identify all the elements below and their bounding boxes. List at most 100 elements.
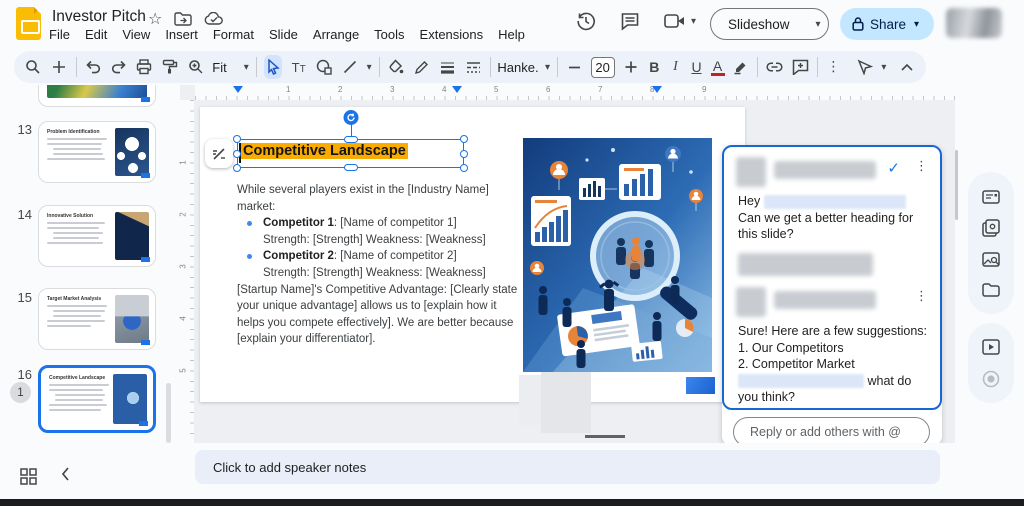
open-comments-icon[interactable] (620, 11, 640, 31)
canvas-scrollbar[interactable] (955, 150, 958, 220)
grid-view-icon[interactable] (20, 468, 37, 485)
text-color-button[interactable]: A (711, 59, 725, 76)
add-comment-icon[interactable] (791, 55, 810, 79)
slideshow-caret-icon[interactable]: ▾ (804, 19, 833, 30)
undo-button[interactable] (83, 55, 102, 79)
ruler-indent-marker[interactable] (652, 86, 662, 93)
menu-edit[interactable]: Edit (85, 27, 107, 42)
comment2-mention-chip (738, 374, 864, 388)
keep-notes-panel-icon[interactable] (982, 219, 1000, 237)
paint-format-icon[interactable] (161, 55, 180, 79)
menu-tools[interactable]: Tools (374, 27, 404, 42)
title-text-box[interactable]: Competitive Landscape (237, 139, 464, 168)
comment1-more-icon[interactable]: ⋮ (915, 159, 928, 174)
select-tool-button[interactable] (264, 55, 283, 79)
drive-folder-panel-icon[interactable] (982, 283, 1000, 297)
image-search-panel-icon[interactable] (982, 252, 1000, 268)
highlight-color-icon[interactable] (732, 55, 751, 79)
slide-thumbnail-15[interactable]: Target Market Analysis (38, 288, 156, 350)
resize-handle-n[interactable] (344, 136, 358, 143)
slideshow-button[interactable]: Slideshow ▾ (710, 8, 829, 40)
slide-comment-badge[interactable]: 1 (10, 382, 31, 403)
redo-button[interactable] (109, 55, 128, 79)
menu-slide[interactable]: Slide (269, 27, 298, 42)
menu-format[interactable]: Format (213, 27, 254, 42)
fill-color-icon[interactable] (386, 55, 405, 79)
slide-thumbnail-14[interactable]: Innovative Solution (38, 205, 156, 267)
insert-link-icon[interactable] (765, 55, 784, 79)
record-panel-icon[interactable] (982, 370, 1000, 388)
resize-handle-se[interactable] (460, 164, 468, 172)
slide-thumbnail-16-selected[interactable]: Competitive Landscape (38, 365, 156, 433)
resolve-comment-icon[interactable]: ✓ (887, 159, 900, 177)
comment2-line3: 2. Competitor Market (738, 356, 934, 373)
menu-view[interactable]: View (122, 27, 150, 42)
version-history-icon[interactable] (576, 11, 596, 31)
ruler-indent-marker[interactable] (452, 86, 462, 93)
zoom-icon[interactable] (186, 55, 205, 79)
move-folder-icon[interactable] (174, 12, 192, 26)
star-icon[interactable]: ☆ (148, 9, 162, 28)
new-slide-button[interactable] (50, 55, 69, 79)
resize-handle-ne[interactable] (460, 135, 468, 143)
document-title[interactable]: Investor Pitch (52, 8, 146, 26)
shape-tool-button[interactable] (315, 55, 334, 79)
resize-handle-s[interactable] (344, 164, 358, 171)
menu-insert[interactable]: Insert (165, 27, 198, 42)
ruler-number: 5 (179, 368, 188, 372)
slide-title-text[interactable]: Competitive Landscape (241, 143, 408, 159)
slide-illustration[interactable] (523, 138, 712, 372)
cloud-saved-icon[interactable] (204, 12, 224, 26)
ruler-indent-marker[interactable] (233, 86, 243, 93)
resize-handle-e[interactable] (460, 150, 468, 158)
menu-extensions[interactable]: Extensions (420, 27, 484, 42)
increase-font-size-button[interactable] (622, 55, 641, 79)
slide-thumbnail-13[interactable]: Problem Identification (38, 121, 156, 183)
rotate-handle[interactable] (343, 110, 358, 125)
comment-thread-box[interactable]: ✓ ⋮ Hey Can we get a better heading for … (722, 145, 942, 410)
font-size-input[interactable]: 20 (591, 57, 615, 78)
video-panel-icon[interactable] (982, 339, 1000, 355)
bold-button[interactable]: B (647, 59, 661, 75)
slide-thumbnail-12[interactable] (38, 85, 156, 107)
meet-camera-icon[interactable]: ▾ (664, 13, 696, 29)
resize-handle-nw[interactable] (233, 135, 241, 143)
pen-pointer-icon[interactable] (856, 55, 875, 79)
resize-handle-w[interactable] (233, 150, 241, 158)
share-caret-icon[interactable]: ▾ (914, 19, 919, 30)
line-tool-button[interactable] (341, 55, 360, 79)
pen-pointer-caret-icon[interactable]: ▾ (881, 62, 886, 73)
line-tool-caret-icon[interactable]: ▾ (367, 62, 372, 73)
border-dash-icon[interactable] (464, 55, 483, 79)
font-family-select[interactable]: Hanke... (497, 60, 538, 75)
account-avatar[interactable] (946, 8, 1002, 38)
menu-help[interactable]: Help (498, 27, 525, 42)
zoom-caret-icon[interactable]: ▾ (244, 62, 249, 73)
underline-button[interactable]: U (689, 59, 703, 75)
italic-button[interactable]: I (668, 59, 682, 75)
filmstrip-scrollbar[interactable] (166, 383, 171, 443)
speaker-notes-input[interactable]: Click to add speaker notes (195, 450, 940, 484)
menu-arrange[interactable]: Arrange (313, 27, 359, 42)
comment2-more-icon[interactable]: ⋮ (915, 289, 928, 304)
border-color-icon[interactable] (412, 55, 431, 79)
print-button[interactable] (135, 55, 154, 79)
notes-resize-handle[interactable] (585, 435, 625, 438)
camera-caret-icon[interactable]: ▾ (691, 16, 696, 27)
hide-menus-icon[interactable] (897, 55, 916, 79)
resize-handle-sw[interactable] (233, 164, 241, 172)
border-weight-icon[interactable] (438, 55, 457, 79)
more-options-icon[interactable]: ⋮ (825, 59, 843, 75)
menu-file[interactable]: File (49, 27, 70, 42)
scribble-anchor-icon[interactable] (205, 139, 233, 168)
share-button[interactable]: Share ▾ (840, 8, 934, 40)
search-menus-icon[interactable] (24, 55, 43, 79)
collapse-filmstrip-icon[interactable] (60, 466, 70, 482)
decrease-font-size-button[interactable] (565, 55, 584, 79)
slide-body-text[interactable]: While several players exist in the [Indu… (237, 182, 519, 348)
slides-logo-icon[interactable] (16, 7, 41, 40)
calendar-panel-icon[interactable] (982, 190, 1000, 204)
font-caret-icon[interactable]: ▾ (545, 62, 550, 73)
zoom-select[interactable]: Fit (212, 60, 226, 75)
text-box-tool-button[interactable]: TT (289, 55, 308, 79)
